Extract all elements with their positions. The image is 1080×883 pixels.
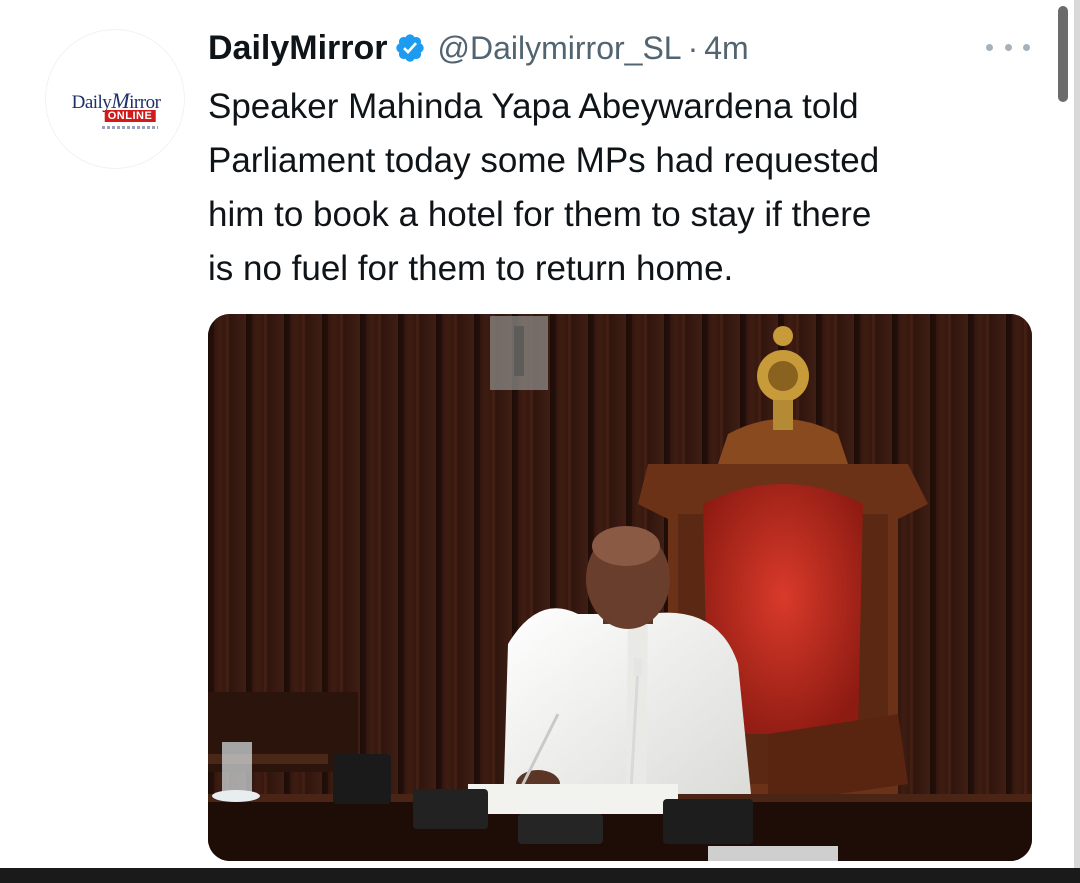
scrollbar[interactable]: [1058, 6, 1068, 102]
logo-online-badge: ONLINE: [104, 110, 156, 122]
logo-url-strip: [102, 126, 158, 129]
bottom-bar: [0, 868, 1080, 883]
separator-dot: ·: [687, 29, 699, 66]
tweet-text: Speaker Mahinda Yapa Abeywardena told Pa…: [208, 87, 880, 288]
verified-badge-icon: [395, 34, 424, 62]
more-dot: [986, 43, 993, 51]
user-handle[interactable]: @Dailymirror_SL: [438, 30, 682, 67]
tweet-header: DailyMirror @Dailymirror_SL · 4m: [208, 24, 749, 72]
more-dot: [1004, 43, 1012, 51]
more-dot: [1023, 43, 1030, 51]
tweet-photo[interactable]: [208, 314, 1032, 861]
right-edge-border: [1074, 0, 1080, 868]
tweet-card[interactable]: DailyMirror ONLINE DailyMirror @Dailymir…: [0, 0, 1080, 868]
more-options-icon[interactable]: [986, 40, 1030, 54]
avatar[interactable]: DailyMirror ONLINE: [46, 30, 184, 168]
parliament-speaker-photo: [208, 314, 1032, 861]
timestamp[interactable]: 4m: [704, 30, 748, 67]
display-name[interactable]: DailyMirror: [208, 29, 388, 68]
